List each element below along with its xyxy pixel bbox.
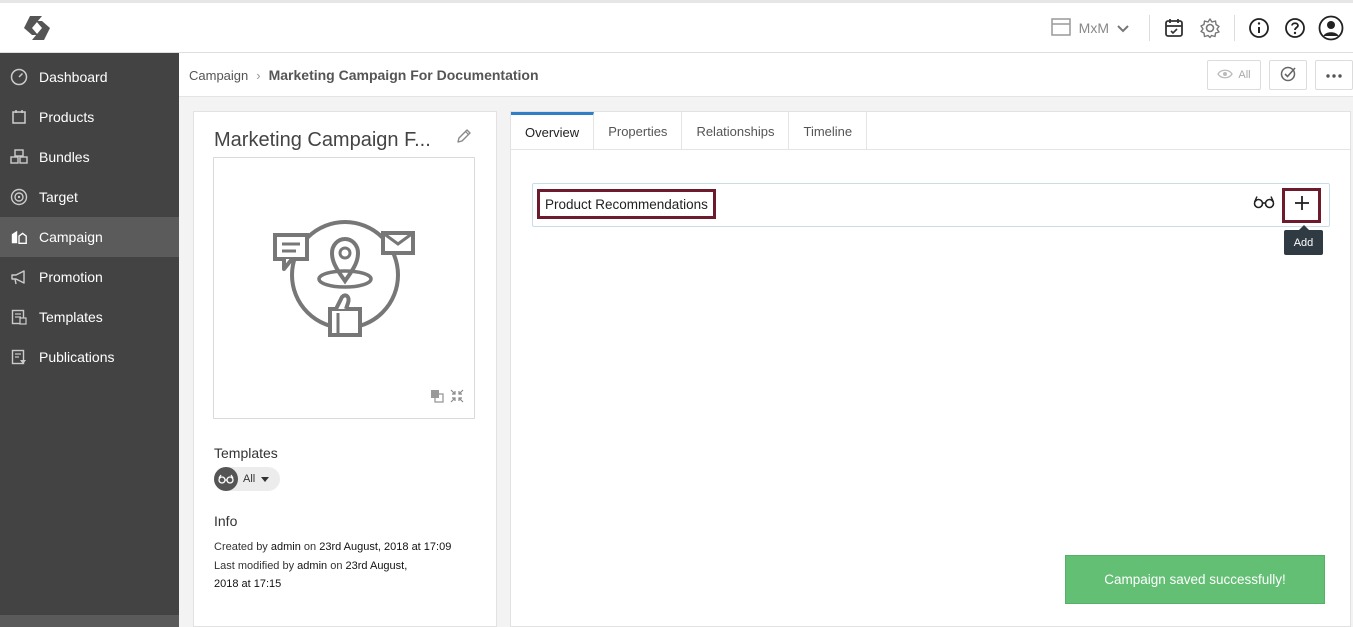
sidebar-item-label: Promotion <box>39 269 103 285</box>
entity-image <box>213 157 475 419</box>
products-icon <box>10 108 28 126</box>
sidebar-item-products[interactable]: Products <box>0 97 179 137</box>
success-toast[interactable]: Campaign saved successfully! <box>1065 555 1325 604</box>
card-title: Product Recommendations <box>537 189 716 219</box>
dashboard-icon <box>10 68 28 86</box>
sidebar-item-dashboard[interactable]: Dashboard <box>0 57 179 97</box>
tab-relationships[interactable]: Relationships <box>682 112 790 150</box>
created-line: Created by admin on 23rd August, 2018 at… <box>214 538 484 557</box>
view-filter-button[interactable]: All <box>1207 60 1261 90</box>
archive-icon <box>1050 17 1071 39</box>
breadcrumb-bar: Campaign › Marketing Campaign For Docume… <box>179 53 1353 97</box>
sidebar-item-templates[interactable]: Templates <box>0 297 179 337</box>
tab-overview[interactable]: Overview <box>511 112 595 150</box>
context-label: MxM <box>1078 20 1109 36</box>
sidebar-item-label: Products <box>39 109 95 125</box>
modified-on: on <box>330 559 343 572</box>
campaign-illustration-icon <box>273 220 415 337</box>
sidebar: Dashboard Products Bundles Target Campai… <box>0 53 179 627</box>
bundles-icon <box>10 148 28 166</box>
templates-filter-dropdown[interactable]: All <box>214 467 280 491</box>
sidebar-item-bundles[interactable]: Bundles <box>0 137 179 177</box>
breadcrumb-separator: › <box>256 67 261 83</box>
sidebar-item-target[interactable]: Target <box>0 177 179 217</box>
more-options-button[interactable] <box>1315 60 1353 90</box>
templates-icon <box>10 308 28 326</box>
detail-panel: Overview Properties Relationships Timeli… <box>510 111 1351 627</box>
add-tooltip: Add <box>1284 225 1323 255</box>
templates-filter-label: All <box>243 473 256 485</box>
breadcrumb-parent[interactable]: Campaign <box>189 68 248 83</box>
glasses-icon[interactable] <box>1253 195 1275 214</box>
publications-icon <box>10 348 28 366</box>
sidebar-item-label: Campaign <box>39 229 103 245</box>
edit-icon[interactable] <box>456 128 472 149</box>
modified-date-cont: 2018 at 17:15 <box>214 578 282 590</box>
caret-down-icon <box>261 476 270 482</box>
modified-user: admin <box>297 559 328 572</box>
sidebar-item-label: Publications <box>39 349 115 365</box>
megaphone-icon <box>10 268 28 286</box>
campaign-icon <box>10 228 28 246</box>
gear-icon[interactable] <box>1192 10 1228 46</box>
modified-prefix: Last modified by <box>214 559 295 572</box>
image-tools <box>430 389 464 408</box>
add-button[interactable] <box>1282 188 1321 223</box>
created-date: 23rd August, 2018 at 17:09 <box>319 541 452 553</box>
sidebar-item-publications[interactable]: Publications <box>0 337 179 377</box>
target-icon <box>10 188 28 206</box>
page-title: Marketing Campaign For Documentation <box>268 67 539 83</box>
tab-bar: Overview Properties Relationships Timeli… <box>511 112 1350 150</box>
created-prefix: Created by <box>214 541 268 553</box>
plus-icon <box>1294 196 1309 215</box>
tab-timeline[interactable]: Timeline <box>789 112 868 150</box>
calendar-icon[interactable] <box>1156 10 1192 46</box>
check-badge-icon <box>1279 65 1297 86</box>
sidebar-footer <box>0 615 179 627</box>
app-logo[interactable] <box>18 13 56 43</box>
sidebar-item-campaign[interactable]: Campaign <box>0 217 179 257</box>
chevron-down-icon <box>1117 20 1129 36</box>
breadcrumb: Campaign › Marketing Campaign For Docume… <box>189 67 539 83</box>
user-icon[interactable] <box>1313 10 1349 46</box>
info-icon[interactable] <box>1241 10 1277 46</box>
info-heading: Info <box>214 513 238 529</box>
more-icon <box>1326 69 1342 81</box>
divider <box>1149 15 1150 41</box>
created-user: admin <box>270 541 301 553</box>
divider <box>1234 15 1235 41</box>
sidebar-item-label: Dashboard <box>39 69 108 85</box>
approve-button[interactable] <box>1269 60 1307 90</box>
templates-heading: Templates <box>214 445 278 461</box>
entity-summary-panel: Marketing Campaign F... Templates All In… <box>193 111 497 627</box>
context-selector[interactable]: MxM <box>1050 17 1143 39</box>
modified-date: 23rd August, <box>345 559 408 572</box>
glasses-icon <box>214 467 238 491</box>
view-filter-label: All <box>1238 69 1251 81</box>
modified-line: Last modified by admin on 23rd August, <box>214 557 484 576</box>
sidebar-item-label: Target <box>39 189 78 205</box>
created-on: on <box>303 541 317 553</box>
header-actions: All <box>1207 60 1353 90</box>
collapse-icon[interactable] <box>450 389 464 408</box>
top-bar: MxM <box>0 0 1353 53</box>
entity-title: Marketing Campaign F... <box>214 129 431 151</box>
eye-icon <box>1217 69 1234 82</box>
sidebar-item-promotion[interactable]: Promotion <box>0 257 179 297</box>
image-swap-icon[interactable] <box>430 389 444 408</box>
product-recommendations-card: Product Recommendations <box>532 183 1330 227</box>
help-icon[interactable] <box>1277 10 1313 46</box>
audit-info: Created by admin on 23rd August, 2018 at… <box>214 538 484 594</box>
sidebar-item-label: Templates <box>39 309 103 325</box>
sidebar-item-label: Bundles <box>39 149 90 165</box>
tab-properties[interactable]: Properties <box>594 112 683 150</box>
